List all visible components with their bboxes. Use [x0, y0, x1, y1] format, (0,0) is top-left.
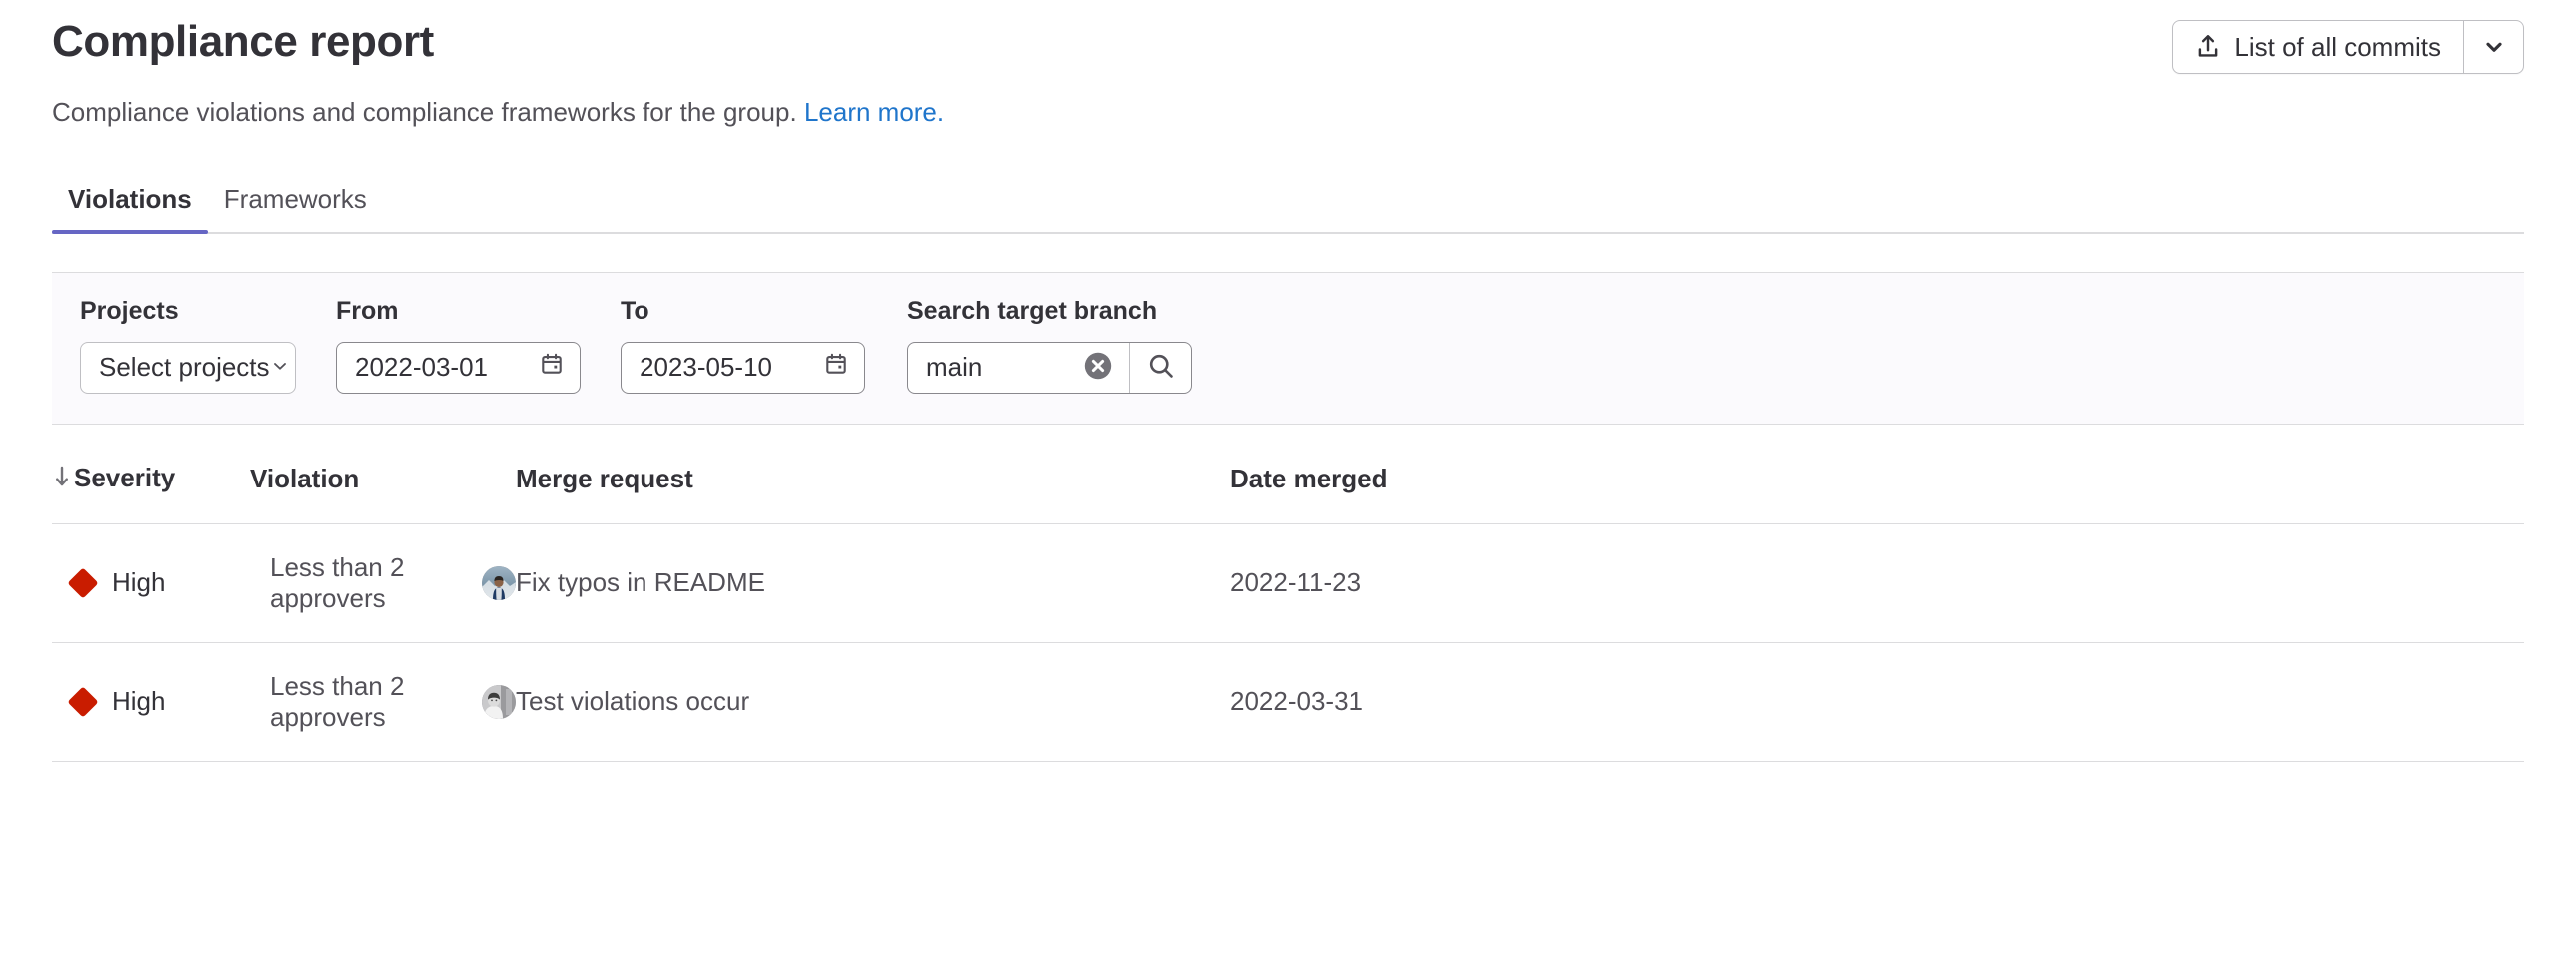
page-description-text: Compliance violations and compliance fra… [52, 96, 797, 127]
merge-request-link[interactable]: Test violations occur [516, 686, 749, 716]
violation-label: Less than 2 approvers [270, 551, 405, 613]
clear-search-button[interactable] [1081, 351, 1115, 385]
column-header-violation[interactable]: Violation [250, 424, 516, 524]
merge-request-cell: Fix typos in README [516, 523, 1230, 643]
clear-circle-icon [1082, 350, 1114, 385]
branch-search-control [907, 341, 1192, 394]
branch-search-filter: Search target branch [907, 296, 1192, 394]
branch-search-label: Search target branch [907, 296, 1158, 325]
branch-search-input-wrap [908, 343, 1129, 393]
severity-cell: High [52, 523, 250, 643]
from-date-filter: From 2022-03-01 [336, 296, 581, 394]
column-header-date-merged-label: Date merged [1230, 463, 1388, 493]
to-date-input[interactable]: 2023-05-10 [621, 341, 865, 394]
projects-select-value: Select projects [99, 352, 270, 383]
table-header-row: Severity Violation Merge request Date me… [52, 424, 2524, 524]
compliance-report-page: Compliance report Compliance violations … [0, 0, 2576, 961]
filter-bar: Projects Select projects From 2022-03-01 [52, 271, 2524, 425]
from-label: From [336, 296, 399, 325]
column-header-merge-request[interactable]: Merge request [516, 424, 1230, 524]
violations-table: Severity Violation Merge request Date me… [52, 424, 2524, 762]
sort-descending-icon [52, 465, 72, 495]
column-header-merge-request-label: Merge request [516, 463, 693, 493]
calendar-icon [824, 352, 848, 383]
to-date-filter: To 2023-05-10 [621, 296, 865, 394]
page-title: Compliance report [52, 17, 434, 66]
chevron-down-icon [2482, 35, 2506, 59]
learn-more-link[interactable]: Learn more. [804, 97, 944, 127]
branch-search-submit-button[interactable] [1129, 342, 1191, 393]
list-of-all-commits-label: List of all commits [2234, 31, 2441, 62]
projects-filter: Projects Select projects [80, 296, 296, 394]
page-description: Compliance violations and compliance fra… [52, 95, 2172, 130]
to-date-value: 2023-05-10 [640, 352, 772, 383]
column-header-severity-label: Severity [74, 462, 176, 492]
projects-select[interactable]: Select projects [80, 341, 296, 394]
export-icon [2195, 34, 2221, 60]
commits-dropdown-toggle[interactable] [2463, 21, 2523, 73]
date-merged-cell: 2022-03-31 [1230, 642, 2524, 762]
violation-label: Less than 2 approvers [270, 670, 405, 732]
severity-label: High [112, 686, 166, 717]
from-date-value: 2022-03-01 [355, 352, 488, 383]
chevron-down-icon [270, 352, 290, 383]
avatar[interactable] [482, 684, 516, 719]
to-label: To [621, 296, 649, 325]
search-icon [1147, 352, 1175, 383]
column-header-severity[interactable]: Severity [52, 424, 250, 524]
merge-request-link[interactable]: Fix typos in README [516, 567, 765, 597]
column-header-date-merged[interactable]: Date merged [1230, 424, 2524, 524]
tab-violations[interactable]: Violations [52, 186, 208, 234]
page-header: Compliance report Compliance violations … [52, 0, 2524, 130]
violation-cell: Less than 2 approvers [250, 523, 516, 643]
date-merged-cell: 2022-11-23 [1230, 523, 2524, 643]
list-of-all-commits-button[interactable]: List of all commits [2173, 21, 2463, 73]
list-of-all-commits-split-button[interactable]: List of all commits [2172, 20, 2524, 74]
severity-high-icon [67, 686, 99, 718]
violations-table-head: Severity Violation Merge request Date me… [52, 424, 2524, 524]
column-header-violation-label: Violation [250, 463, 360, 493]
violation-cell: Less than 2 approvers [250, 642, 516, 762]
merge-request-cell: Test violations occur [516, 642, 1230, 762]
severity-high-icon [67, 567, 99, 599]
from-date-input[interactable]: 2022-03-01 [336, 341, 581, 394]
severity-cell: High [52, 642, 250, 762]
report-tabs: Violations Frameworks [52, 186, 2524, 234]
table-row[interactable]: High Less than 2 approvers [52, 523, 2524, 643]
calendar-icon [540, 352, 564, 383]
table-row[interactable]: High Less than 2 approvers [52, 642, 2524, 762]
branch-search-input[interactable] [926, 352, 1081, 384]
tab-frameworks[interactable]: Frameworks [208, 186, 383, 232]
violations-table-body: High Less than 2 approvers Fix typos in … [52, 523, 2524, 762]
severity-label: High [112, 567, 166, 598]
projects-label: Projects [80, 296, 179, 325]
title-block: Compliance report Compliance violations … [52, 16, 2172, 130]
avatar[interactable] [482, 565, 516, 600]
